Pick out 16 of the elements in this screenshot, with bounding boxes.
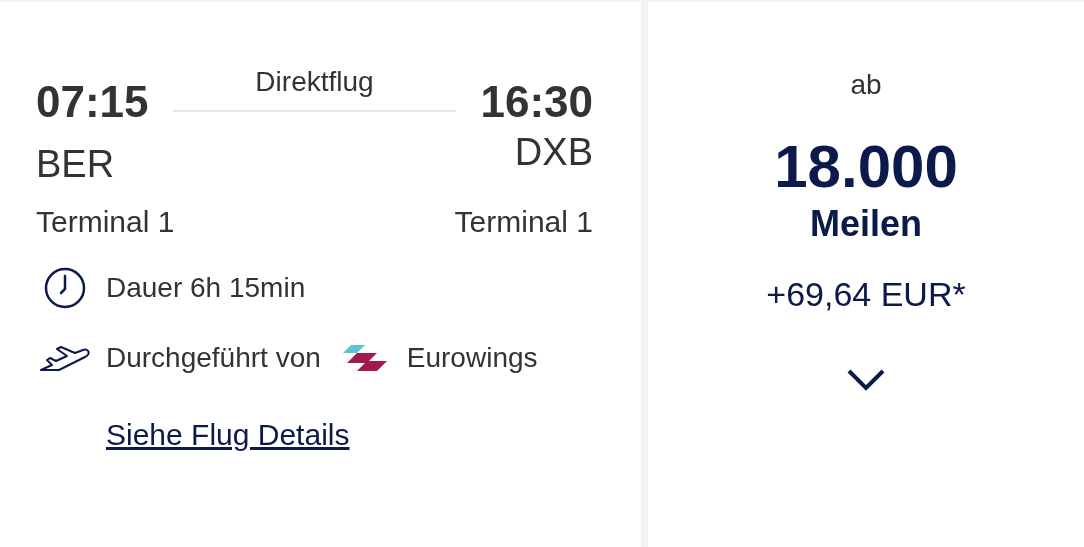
flight-type: Direktflug <box>255 66 374 98</box>
departure-terminal: Terminal 1 <box>36 204 175 240</box>
miles-unit: Meilen <box>810 202 922 246</box>
arrival-time: 16:30 <box>480 77 593 126</box>
departure-airport: BER <box>36 142 115 186</box>
airline-name: Eurowings <box>406 341 538 375</box>
miles-amount: 18.000 <box>774 132 958 202</box>
flight-details-link[interactable]: Siehe Flug Details <box>106 416 350 454</box>
flight-duration: Dauer 6h 15min <box>106 271 306 305</box>
price-prefix: ab <box>850 68 882 102</box>
arrival-airport: DXB <box>514 130 593 175</box>
operated-by-label: Durchgeführt von <box>106 341 321 375</box>
chevron-down-icon <box>846 368 886 392</box>
surcharge-amount: +69,64 EUR* <box>766 274 966 315</box>
departure-time: 07:15 <box>36 77 149 126</box>
arrival-terminal: Terminal 1 <box>454 204 593 240</box>
